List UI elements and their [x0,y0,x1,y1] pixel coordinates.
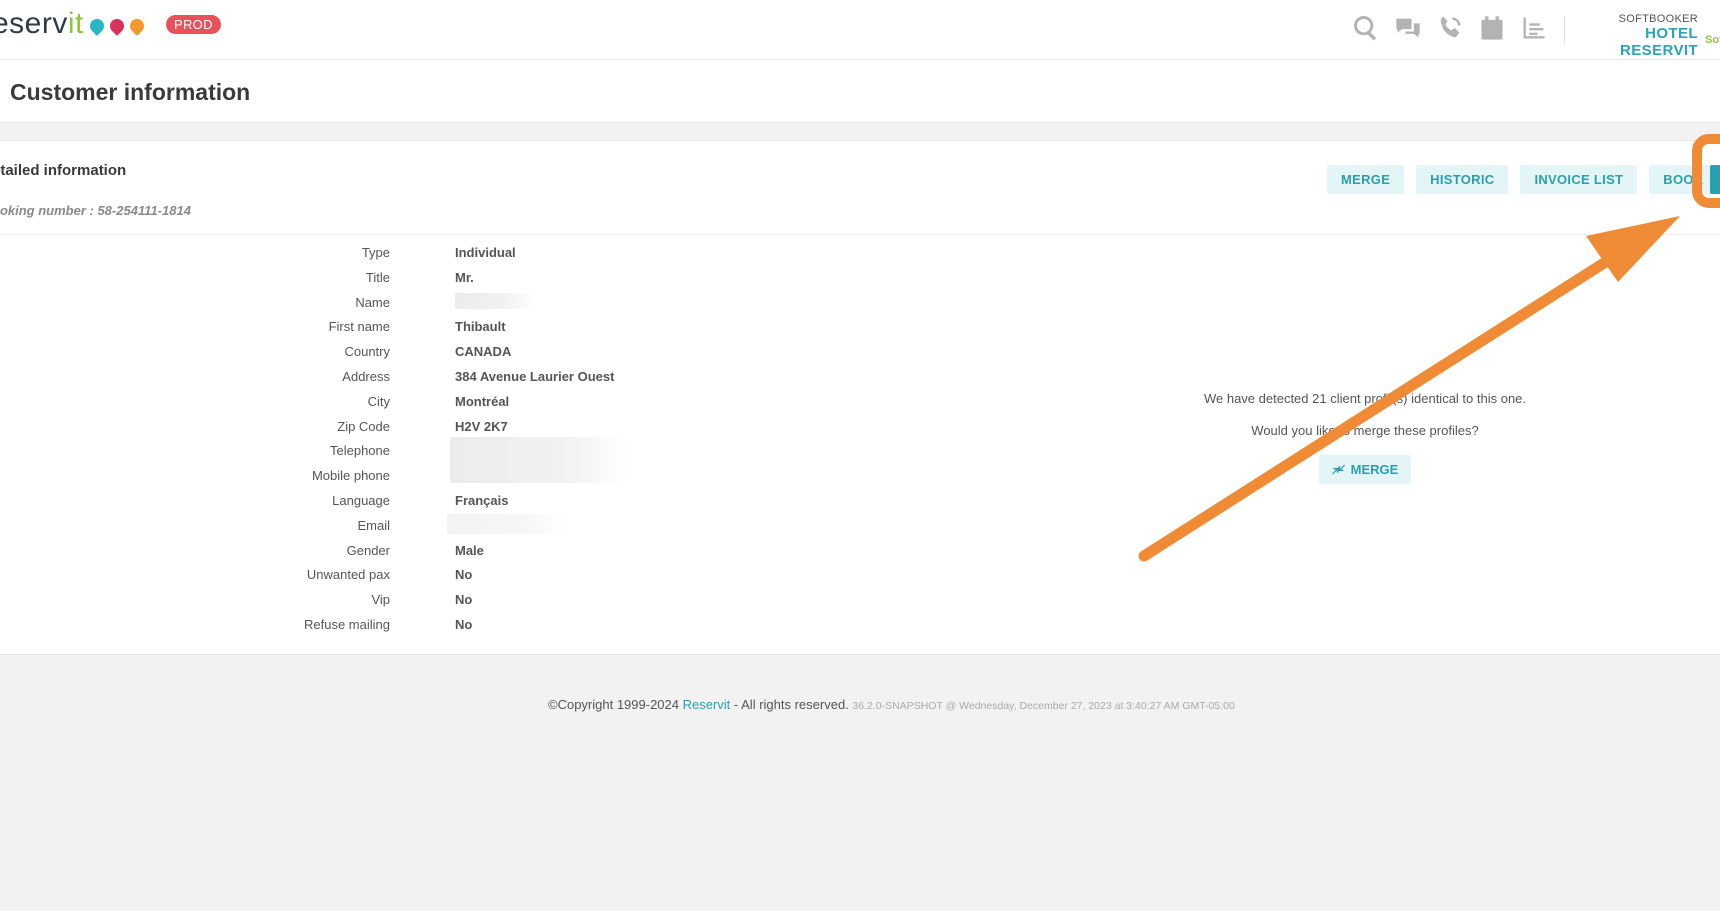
footer: ©Copyright 1999-2024 Reservit - All righ… [548,697,1235,712]
merge-profiles-button[interactable]: MERGE [1318,455,1412,484]
field-value: Montréal [455,393,510,409]
card-header: etailed information ooking number : 58-2… [0,141,1720,235]
chart-icon[interactable] [1518,12,1550,44]
logo-pin-teal-icon [86,16,107,36]
merge-profiles-label: MERGE [1350,462,1399,477]
field-row-unwanted-pax: Unwanted pax No [0,563,700,588]
environment-badge: PROD [166,15,221,34]
hotel-name: HOTEL RESERVIT [1620,25,1698,59]
account-sub-label: SOFTBOOKER [1618,13,1698,25]
field-value: Individual [455,245,516,260]
page-title-bar: Customer information [0,60,1720,123]
field-row-email: Email [0,513,700,539]
account-extra-label: Sof [1705,34,1720,46]
phone-icon[interactable] [1434,12,1466,44]
page-title: Customer information [10,79,251,105]
rights-text: - All rights reserved. [730,697,853,712]
historic-button[interactable]: HISTORIC [1416,165,1509,194]
version-text: 36.2.0-SNAPSHOT @ Wednesday, December 27… [852,700,1235,712]
field-value: H2V 2K7 [455,418,508,434]
redacted-email [447,513,567,534]
logo-pin-red-icon [106,16,127,36]
field-label: Unwanted pax [306,567,390,583]
customer-fields: Type Individual Title Mr. Name First nam… [0,241,700,638]
duplicate-profiles-notice: We have detected 21 client profil(s) ide… [1150,391,1580,484]
field-value: No [455,592,473,608]
field-label: Email [357,517,390,533]
field-value: CANADA [455,344,512,360]
field-row-city: City Montréal [0,390,700,415]
field-row-language: Language Français [0,489,700,514]
customer-card: etailed information ooking number : 58-2… [0,140,1720,655]
duplicate-question: Would you like to merge these profiles? [1251,423,1479,438]
merge-button[interactable]: MERGE [1327,165,1405,194]
field-label: Language [332,492,390,508]
duplicate-message: We have detected 21 client profil(s) ide… [1203,391,1527,406]
field-row-mobile: Mobile phone [0,464,700,489]
copyright-text: ©Copyright 1999-2024 [548,697,683,712]
field-value: Mr. [455,269,474,285]
header-toolbar [1350,12,1550,44]
booking-number: ooking number : 58-254111-1814 [0,203,191,218]
field-value: No [455,616,473,632]
field-value: 384 Avenue Laurier Ouest [455,368,615,384]
field-label: Mobile phone [311,468,390,484]
field-label: Gender [346,542,390,558]
logo-pin-orange-icon [126,16,147,36]
field-label: Zip Code [337,418,390,434]
compress-icon [1331,464,1345,475]
calendar-icon[interactable] [1476,12,1508,44]
field-label: Address [342,368,390,384]
header-divider [1564,16,1565,44]
field-row-gender: Gender Male [0,539,700,564]
field-label: Refuse mailing [304,616,390,632]
field-label: First name [328,319,390,335]
field-row-first-name: First name Thibault [0,315,700,340]
account-switcher[interactable]: SOFTBOOKER HOTEL RESERVIT [1578,13,1698,59]
field-row-name: Name [0,291,700,316]
reservit-logo[interactable]: eservit [0,6,147,42]
field-label: Country [344,344,390,360]
field-value: Français [455,492,509,508]
field-label: Type [361,245,390,260]
field-label: Telephone [330,443,390,459]
search-icon[interactable] [1350,12,1382,44]
field-row-refuse-mailing: Refuse mailing No [0,613,700,638]
edit-button[interactable] [1710,165,1720,194]
invoice-list-button[interactable]: INVOICE LIST [1520,165,1638,194]
field-row-address: Address 384 Avenue Laurier Ouest [0,365,700,390]
logo-text: eservit [0,7,84,40]
field-row-title: Title Mr. [0,266,700,291]
redacted-name [455,292,537,309]
card-actions: MERGE HISTORIC INVOICE LIST BOOK [1327,165,1718,194]
field-label: Name [355,294,390,310]
section-title: etailed information [0,162,127,179]
top-header: eservit PROD SOFTBOOKER HOTEL RESERVIT S… [0,0,1720,60]
field-value: Male [455,542,484,558]
field-label: City [367,393,390,409]
reservit-link[interactable]: Reservit [683,697,731,712]
field-row-zip: Zip Code H2V 2K7 [0,415,700,440]
field-row-vip: Vip No [0,588,700,613]
field-row-type: Type Individual [0,241,700,266]
chat-icon[interactable] [1392,12,1424,44]
field-label: Vip [371,592,390,608]
field-value: No [455,567,473,583]
field-row-telephone: Telephone [0,437,700,484]
field-value: Thibault [455,319,506,335]
book-button[interactable]: BOOK [1649,165,1718,194]
field-row-country: Country CANADA [0,340,700,365]
field-label: Title [365,269,390,285]
